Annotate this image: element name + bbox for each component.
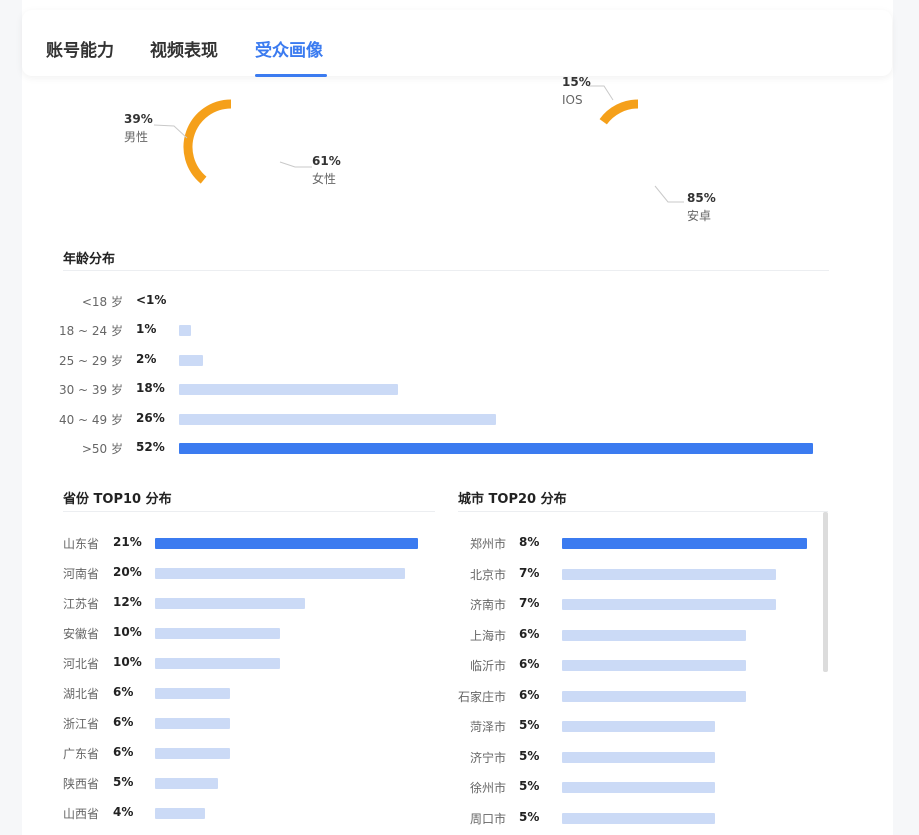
city-list-scrollbar[interactable]: [823, 512, 828, 672]
age-row-label: >50 岁: [81, 442, 123, 456]
age-row-value: 26%: [136, 410, 165, 425]
province-row-bar: [155, 538, 418, 549]
province-row-bar: [155, 568, 406, 579]
age-row-bar: [179, 443, 813, 454]
province-row-bar: [155, 808, 206, 819]
province-row-bar: [155, 748, 231, 759]
city-row-value: 6%: [519, 657, 540, 671]
city-row-bar: [562, 629, 746, 641]
city-row-label: 石家庄市: [457, 689, 506, 704]
age-row-value: 52%: [136, 440, 165, 454]
city-row-value: 5%: [519, 748, 540, 763]
city-row-bar: [562, 599, 777, 610]
age-row-bar: [179, 325, 192, 337]
age-divider: [63, 270, 829, 271]
city-row-label: 北京市: [469, 567, 506, 582]
gender-female-label: 61% 女性: [312, 154, 341, 186]
city-row-label: 菏泽市: [469, 720, 506, 734]
city-row-bar: [562, 782, 716, 793]
province-row-label: 河北省: [62, 657, 99, 671]
city-row-bar: [562, 538, 807, 549]
city-row-label: 济宁市: [469, 750, 506, 765]
city-row-value: 5%: [519, 718, 540, 732]
province-row-bar: [155, 688, 231, 699]
province-row-label: 陕西省: [62, 777, 99, 791]
province-row-label: 安徽省: [62, 627, 99, 641]
province-row-value: 10%: [113, 625, 142, 639]
city-row-value: 6%: [519, 687, 540, 702]
city-row-label: 济南市: [469, 598, 506, 612]
province-row-bar: [155, 628, 281, 639]
province-row-label: 湖北省: [62, 687, 99, 701]
city-row-value: 6%: [519, 626, 540, 641]
province-row-value: 4%: [113, 805, 134, 819]
gender-male-label: 39% 男性: [124, 112, 153, 144]
age-row-label: 25 ~ 29 岁: [58, 353, 123, 368]
age-row-value: 2%: [136, 351, 157, 366]
city-row-label: 徐州市: [469, 781, 506, 795]
province-row-label: 山东省: [62, 537, 99, 551]
city-row-value: 7%: [519, 596, 540, 610]
province-row-bar: [155, 778, 218, 789]
province-row-value: 10%: [113, 655, 142, 669]
active-tab-indicator: [255, 74, 327, 77]
city-row-bar: [562, 751, 716, 763]
city-row-bar: [562, 660, 746, 671]
age-row-label: 18 ~ 24 岁: [58, 324, 123, 339]
tab-video-performance[interactable]: 视频表现: [150, 36, 218, 61]
province-row-label: 广东省: [62, 747, 99, 761]
province-divider: [63, 511, 435, 512]
province-row-value: 12%: [113, 595, 142, 609]
age-section-title: 年龄分布: [63, 252, 116, 267]
province-row-label: 山西省: [62, 807, 99, 821]
province-row-value: 6%: [113, 745, 134, 759]
city-row-bar: [562, 721, 716, 732]
province-row-bar: [155, 658, 281, 669]
age-row-value: 1%: [136, 322, 157, 337]
city-row-value: 8%: [519, 535, 540, 549]
city-divider: [458, 511, 828, 512]
age-row-label: <18 岁: [81, 295, 123, 309]
city-row-value: 7%: [519, 565, 540, 580]
city-row-label: 周口市: [469, 811, 506, 826]
age-row-value: <1%: [136, 293, 167, 307]
tab-account-ability[interactable]: 账号能力: [46, 36, 114, 61]
age-row-label: 40 ~ 49 岁: [58, 412, 123, 427]
city-row-label: 郑州市: [469, 537, 506, 551]
age-row-value: 18%: [136, 381, 165, 396]
province-row-bar: [155, 718, 231, 729]
age-row-bar: [179, 354, 204, 366]
city-section-title: 城市 TOP20 分布: [458, 492, 567, 507]
city-row-value: 5%: [519, 809, 540, 824]
city-row-bar: [562, 568, 777, 580]
city-row-bar: [562, 812, 716, 824]
city-row-label: 临沂市: [469, 659, 506, 673]
province-section-title: 省份 TOP10 分布: [63, 492, 172, 507]
province-row-value: 6%: [113, 715, 134, 729]
age-row-label: 30 ~ 39 岁: [58, 383, 123, 398]
province-row-bar: [155, 598, 306, 609]
province-row-value: 6%: [113, 685, 134, 699]
age-row-bar: [179, 413, 496, 425]
city-row-label: 上海市: [469, 628, 506, 643]
device-ios-label: 15% IOS: [562, 75, 591, 107]
tab-bar: 账号能力 视频表现 受众画像: [22, 10, 892, 77]
province-row-label: 江苏省: [62, 597, 99, 611]
province-row-label: 浙江省: [62, 717, 99, 731]
age-row-bar: [179, 384, 399, 396]
device-android-label: 85% 安卓: [687, 191, 716, 223]
tab-audience-profile[interactable]: 受众画像: [255, 36, 323, 61]
city-row-value: 5%: [519, 779, 540, 793]
province-row-value: 20%: [113, 565, 142, 579]
province-row-value: 5%: [113, 775, 134, 789]
province-row-value: 21%: [113, 535, 142, 549]
province-row-label: 河南省: [62, 567, 99, 581]
city-row-bar: [562, 690, 746, 702]
